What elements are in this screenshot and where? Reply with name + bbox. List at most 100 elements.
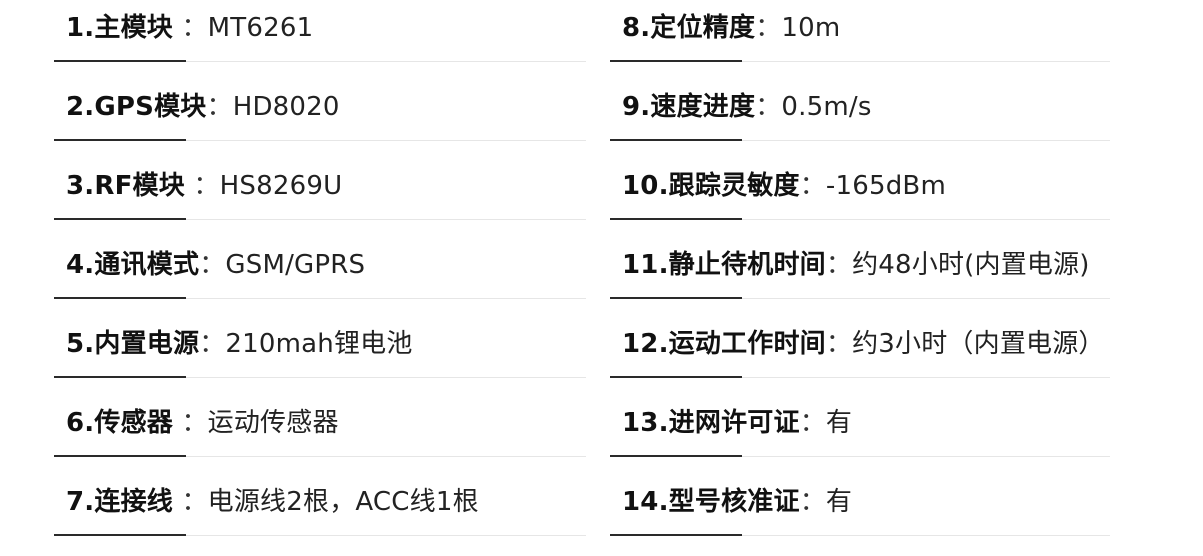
row-divider — [126, 298, 586, 299]
row-divider — [126, 140, 586, 141]
spec-row: 13.进网许可证：有 — [610, 395, 1203, 474]
spec-label: 定位精度 — [650, 13, 756, 43]
spec-row: 10.跟踪灵敏度：-165dBm — [610, 158, 1203, 237]
row-underline-accent — [54, 139, 186, 141]
spec-row: 7.连接线 ：电源线2根，ACC线1根 — [54, 474, 594, 553]
spec-row: 2.GPS模块：HD8020 — [54, 79, 594, 158]
row-divider — [126, 535, 586, 536]
spec-label: 静止待机时间 — [668, 250, 826, 280]
row-divider — [682, 535, 1110, 536]
spec-value: 约48小时(内置电源) — [852, 250, 1090, 280]
row-underline-accent — [610, 60, 742, 62]
spec-value: 0.5m/s — [781, 92, 872, 122]
spec-separator: ： — [184, 171, 220, 201]
spec-separator: ： — [825, 329, 853, 359]
row-underline-accent — [54, 376, 186, 378]
spec-label: 运动工作时间 — [668, 329, 826, 359]
spec-row: 4.通讯模式：GSM/GPRS — [54, 237, 594, 316]
row-underline-accent — [54, 455, 186, 457]
spec-number: 10. — [622, 171, 669, 201]
spec-label: 进网许可证 — [668, 408, 800, 438]
row-underline-accent — [610, 455, 742, 457]
row-divider — [126, 456, 586, 457]
spec-number: 11. — [622, 250, 669, 280]
row-divider — [682, 140, 1110, 141]
spec-row: 6.传感器 ：运动传感器 — [54, 395, 594, 474]
row-divider — [682, 298, 1110, 299]
row-divider — [682, 61, 1110, 62]
spec-label: 跟踪灵敏度 — [668, 171, 800, 201]
spec-label: 通讯模式 — [94, 250, 200, 280]
spec-separator: ： — [206, 92, 233, 122]
spec-label: 内置电源 — [94, 329, 200, 359]
spec-number: 7. — [66, 487, 95, 517]
row-underline-accent — [610, 297, 742, 299]
spec-separator: ： — [799, 408, 826, 438]
row-divider — [126, 61, 586, 62]
spec-value: -165dBm — [825, 171, 946, 201]
spec-value: GSM/GPRS — [225, 250, 366, 280]
spec-value: 约3小时（内置电源） — [852, 329, 1105, 359]
spec-row: 1.主模块 ：MT6261 — [54, 0, 594, 79]
spec-separator: ： — [755, 13, 782, 43]
row-divider — [126, 219, 586, 220]
spec-label: 主模块 — [94, 13, 173, 43]
row-underline-accent — [54, 218, 186, 220]
spec-separator: ： — [172, 408, 208, 438]
spec-number: 12. — [622, 329, 669, 359]
spec-separator: ： — [199, 250, 226, 280]
spec-value: 运动传感器 — [207, 408, 339, 438]
spec-column-left: 1.主模块 ：MT6261 2.GPS模块：HD8020 3.RF模块 ：HS8… — [54, 0, 594, 553]
spec-value: HD8020 — [232, 92, 340, 122]
spec-label: 速度进度 — [650, 92, 756, 122]
spec-row: 3.RF模块 ：HS8269U — [54, 158, 594, 237]
spec-value: 有 — [825, 408, 853, 438]
row-divider — [126, 377, 586, 378]
spec-row: 9.速度进度：0.5m/s — [610, 79, 1203, 158]
spec-number: 2. — [66, 92, 95, 122]
spec-number: 5. — [66, 329, 95, 359]
row-underline-accent — [54, 534, 186, 536]
spec-number: 14. — [622, 487, 669, 517]
spec-separator: ： — [799, 171, 826, 201]
row-divider — [682, 219, 1110, 220]
spec-value: 10m — [781, 13, 841, 43]
spec-number: 3. — [66, 171, 95, 201]
spec-number: 1. — [66, 13, 95, 43]
spec-row: 14.型号核准证：有 — [610, 474, 1203, 553]
spec-separator: ： — [825, 250, 853, 280]
spec-number: 13. — [622, 408, 669, 438]
row-underline-accent — [610, 376, 742, 378]
spec-row: 11.静止待机时间：约48小时(内置电源) — [610, 237, 1203, 316]
spec-separator: ： — [799, 487, 826, 517]
spec-separator: ： — [172, 13, 208, 43]
spec-separator: ： — [172, 487, 208, 517]
spec-value: MT6261 — [207, 13, 314, 43]
spec-label: 型号核准证 — [668, 487, 800, 517]
spec-value: HS8269U — [219, 171, 343, 201]
row-underline-accent — [610, 218, 742, 220]
spec-value: 电源线2根，ACC线1根 — [207, 487, 479, 517]
spec-row: 12.运动工作时间：约3小时（内置电源） — [610, 316, 1203, 395]
spec-row: 5.内置电源：210mah锂电池 — [54, 316, 594, 395]
spec-number: 4. — [66, 250, 95, 280]
row-underline-accent — [54, 297, 186, 299]
row-underline-accent — [610, 534, 742, 536]
row-underline-accent — [610, 139, 742, 141]
spec-number: 9. — [622, 92, 651, 122]
spec-label: GPS模块 — [94, 92, 207, 122]
spec-value: 有 — [825, 487, 853, 517]
spec-number: 6. — [66, 408, 95, 438]
spec-label: 连接线 — [94, 487, 173, 517]
spec-number: 8. — [622, 13, 651, 43]
row-underline-accent — [54, 60, 186, 62]
spec-column-right: 8.定位精度：10m 9.速度进度：0.5m/s 10.跟踪灵敏度：-165dB… — [610, 0, 1203, 553]
spec-label: RF模块 — [94, 171, 185, 201]
spec-separator: ： — [199, 329, 226, 359]
spec-separator: ： — [755, 92, 782, 122]
spec-label: 传感器 — [94, 408, 173, 438]
spec-value: 210mah锂电池 — [225, 329, 413, 359]
row-divider — [682, 377, 1110, 378]
row-divider — [682, 456, 1110, 457]
spec-row: 8.定位精度：10m — [610, 0, 1203, 79]
